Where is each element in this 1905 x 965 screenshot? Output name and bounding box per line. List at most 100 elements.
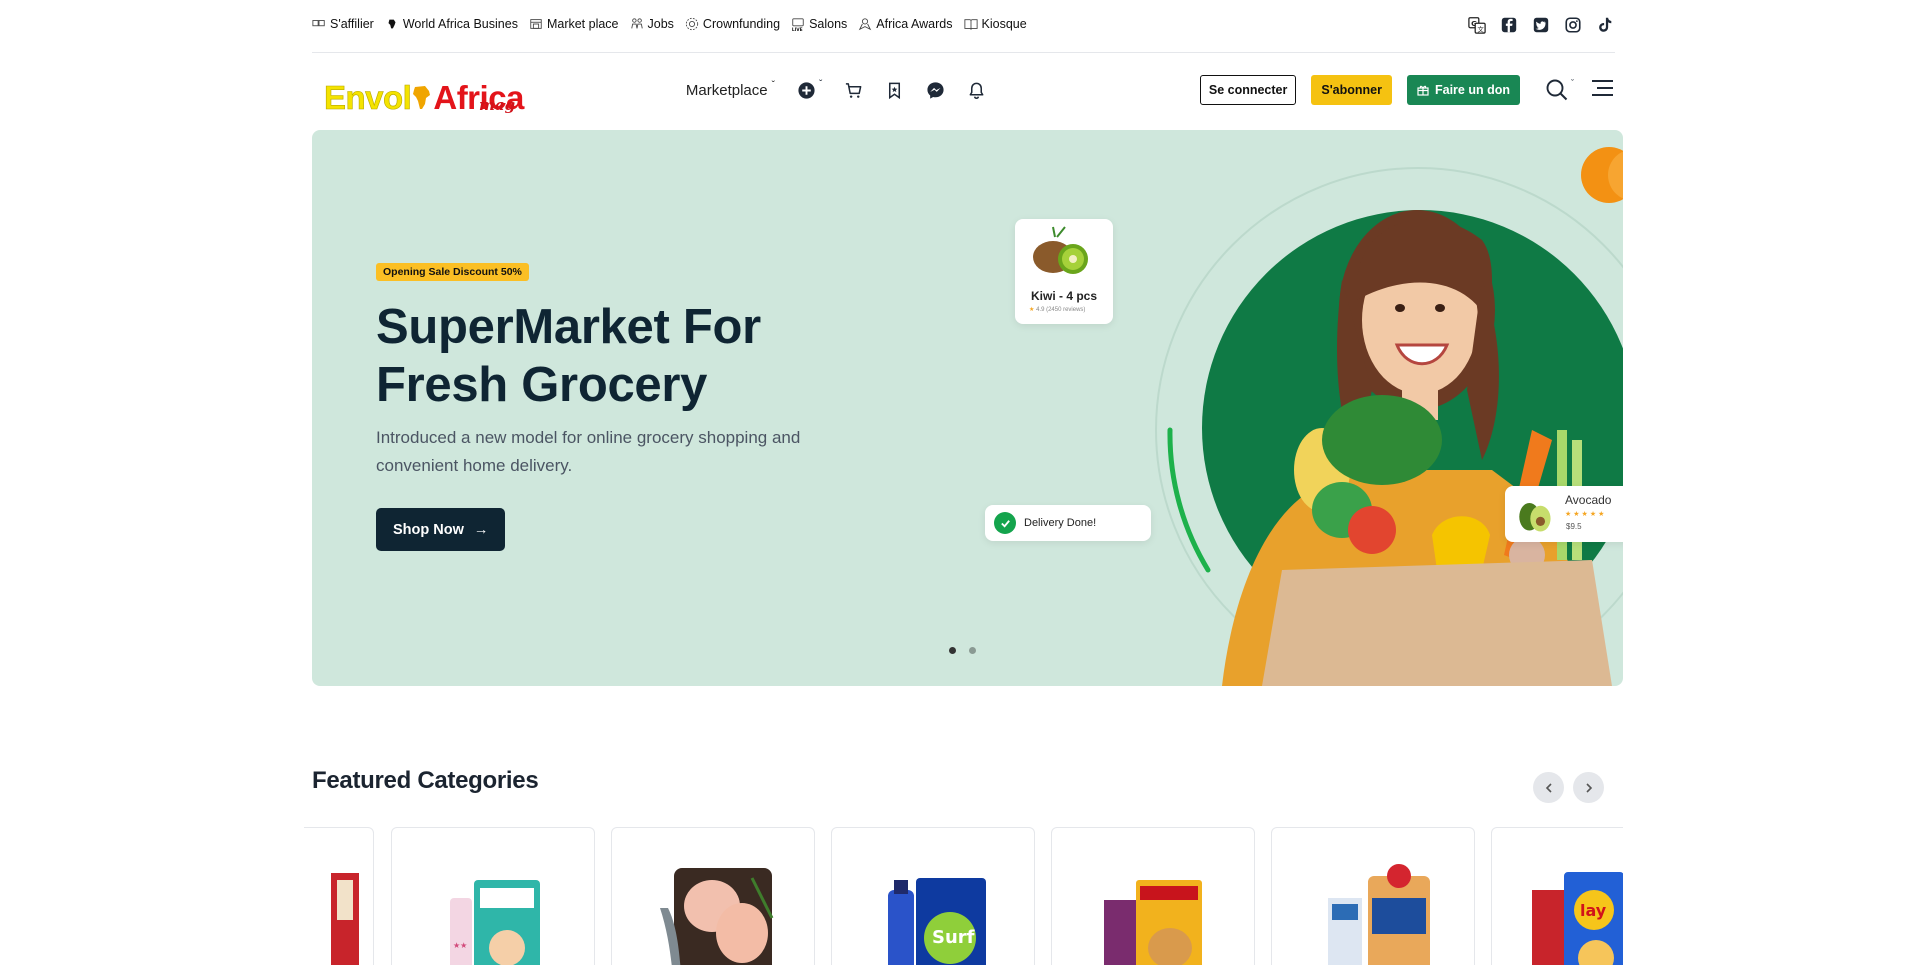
hero-subtitle: Introduced a new model for online grocer… [376, 428, 801, 475]
subscribe-button[interactable]: S'abonner [1311, 75, 1392, 105]
instagram-icon[interactable] [1563, 15, 1583, 35]
category-image [1328, 864, 1430, 965]
top-bar: S'affilier World Africa Busines Market p… [312, 0, 1615, 53]
featured-categories-title: Featured Categories [312, 767, 539, 794]
top-link-jobs[interactable]: Jobs [630, 17, 674, 31]
top-link-label: S'affilier [330, 17, 374, 31]
category-image: Surf [888, 878, 986, 965]
top-link-label: Salons [809, 17, 848, 31]
messenger-button[interactable] [926, 81, 945, 100]
top-links: S'affilier World Africa Busines Market p… [312, 17, 1027, 31]
donate-button[interactable]: Faire un don [1407, 75, 1520, 105]
hero-title: SuperMarket For Fresh Grocery [376, 300, 761, 412]
site-logo[interactable]: Envol Africa mag [324, 66, 525, 116]
category-image: lay [1532, 872, 1623, 965]
search-button[interactable]: ˇ [1545, 78, 1574, 102]
africa-map-icon [388, 19, 396, 29]
svg-text:Surf: Surf [932, 927, 975, 948]
arrow-right-icon: → [473, 521, 489, 538]
donate-label: Faire un don [1435, 83, 1510, 97]
chevron-down-icon: ˇ [1571, 78, 1574, 88]
marketplace-dropdown[interactable]: Marketplace ˇ [685, 79, 775, 99]
category-card[interactable] [611, 827, 815, 965]
delivery-done-pill: Delivery Done! [985, 505, 1151, 541]
menu-button[interactable] [1589, 77, 1615, 104]
featured-nav [1533, 772, 1604, 803]
top-link-africa-awards[interactable]: Africa Awards [858, 17, 953, 31]
login-button[interactable]: Se connecter [1199, 75, 1297, 105]
affiliate-icon [312, 20, 325, 27]
kiwi-rating-value: 4.9 [1036, 307, 1045, 313]
top-link-marketplace[interactable]: Market place [529, 17, 619, 31]
chevron-down-icon: ˇ [818, 78, 823, 90]
nav-right: Se connecter S'abonner Faire un don ˇ [1199, 75, 1615, 105]
africa-map-logo-icon [413, 86, 431, 109]
svg-text:★★: ★★ [453, 941, 467, 950]
avocado-product-card[interactable]: Avocado ★★★★★ $9.5 [1505, 486, 1623, 542]
category-card[interactable] [1271, 827, 1475, 965]
book-icon [963, 19, 978, 30]
notifications-button[interactable] [967, 81, 986, 100]
cart-button[interactable] [844, 81, 863, 100]
kiwi-rating: ★ 4.9 (2450 reviews) [1029, 307, 1086, 313]
chevron-left-icon [1545, 782, 1552, 793]
category-card[interactable]: Surf [831, 827, 1035, 965]
tiktok-icon[interactable] [1595, 15, 1615, 35]
facebook-icon[interactable] [1499, 15, 1519, 35]
social-links: G文 [1467, 15, 1615, 35]
twitter-icon[interactable] [1531, 15, 1551, 35]
top-link-label: Crownfunding [702, 17, 781, 31]
delivery-label: Delivery Done! [1024, 517, 1097, 529]
kiwi-title: Kiwi - 4 pcs [1030, 289, 1098, 303]
add-menu[interactable]: ˇ [797, 78, 823, 100]
cart-icon [846, 82, 862, 98]
shop-now-button[interactable]: Shop Now → [376, 508, 506, 551]
nav-center: Marketplace ˇ ˇ [685, 78, 986, 100]
avocado-stars: ★★★★★ [1565, 511, 1607, 518]
hero-illustration [1155, 147, 1623, 686]
category-card[interactable]: ★★ [391, 827, 595, 965]
category-image [660, 868, 774, 965]
category-image [331, 873, 359, 965]
category-image: ★★ [450, 880, 540, 965]
search-icon [1546, 79, 1568, 101]
add-circle-icon [798, 81, 815, 99]
chevron-down-icon: ˇ [771, 79, 775, 91]
carousel-dot[interactable] [969, 647, 976, 654]
marketplace-label: Marketplace [685, 81, 768, 99]
chevron-right-icon [1585, 782, 1592, 793]
prev-button[interactable] [1533, 772, 1564, 803]
hero-banner: Opening Sale Discount 50% SuperMarket Fo… [312, 130, 1623, 686]
top-link-world-africa[interactable]: World Africa Busines [385, 17, 518, 31]
gift-icon [1417, 85, 1429, 96]
svg-text:LIVE: LIVE [792, 27, 803, 31]
check-icon [994, 512, 1016, 534]
top-link-label: Jobs [647, 17, 674, 31]
award-icon [859, 18, 872, 31]
top-link-label: Market place [546, 17, 619, 31]
carousel-dot[interactable] [949, 647, 956, 654]
category-card[interactable]: lay [1491, 827, 1623, 965]
top-link-affiliate[interactable]: S'affilier [312, 17, 374, 31]
hamburger-menu-icon [1592, 79, 1613, 96]
shop-now-label: Shop Now [393, 521, 464, 538]
top-link-kiosque[interactable]: Kiosque [963, 17, 1027, 31]
kiwi-reviews: (2450 reviews) [1046, 307, 1086, 313]
avocado-image [1519, 502, 1551, 532]
bookmark-button[interactable] [885, 81, 904, 100]
next-button[interactable] [1573, 772, 1604, 803]
logo-part-envol: Envol [324, 79, 412, 116]
category-card[interactable] [304, 827, 374, 965]
messenger-icon [927, 81, 944, 99]
bell-icon [969, 82, 984, 99]
crowdfunding-icon [685, 17, 699, 31]
top-link-crowdfunding[interactable]: Crownfunding [685, 17, 780, 31]
translate-icon[interactable]: G文 [1467, 15, 1487, 35]
category-carousel: ★★ Surf lay [304, 827, 1623, 965]
top-link-salons[interactable]: LIVE Salons [791, 17, 847, 31]
top-link-label: Africa Awards [876, 17, 953, 31]
kiwi-product-card[interactable]: Kiwi - 4 pcs ★ 4.9 (2450 reviews) [1015, 219, 1113, 324]
svg-text:文: 文 [1477, 24, 1484, 33]
category-card[interactable] [1051, 827, 1255, 965]
logo-part-mag: mag [479, 96, 516, 114]
